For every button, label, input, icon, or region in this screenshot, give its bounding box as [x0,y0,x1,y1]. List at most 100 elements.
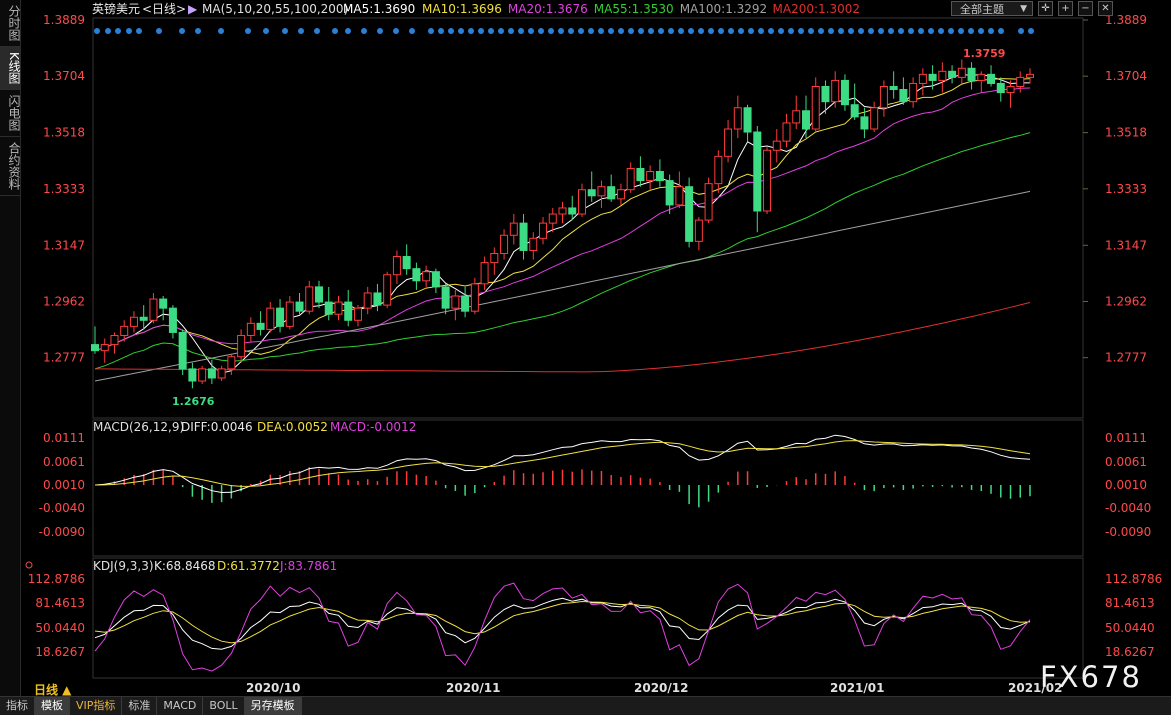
time-axis-label: 2020/11 [446,681,500,695]
event-dot [558,28,564,34]
bottom-tab[interactable]: BOLL [203,697,245,715]
price-axis-label: 1.3518 [1105,126,1147,140]
candle-body [870,107,879,130]
event-dot [968,28,974,34]
event-dot [578,28,584,34]
zoom-out-icon[interactable]: − [1078,1,1093,16]
event-dot [377,28,383,34]
event-dot [448,28,454,34]
candle-body [646,171,655,182]
event-dot [628,28,634,34]
candle-body [763,149,772,212]
event-dot [958,28,964,34]
close-icon[interactable]: ✕ [1098,1,1113,16]
theme-dropdown[interactable]: 全部主题 ▼ [951,1,1033,16]
event-dot [179,28,185,34]
watermark-logo: FX678 [1040,660,1142,694]
event-dot [282,28,288,34]
macd-axis-label-left: -0.0040 [39,501,85,515]
event-dot [638,28,644,34]
kdj-title: KDJ(9,3,3) [93,559,154,573]
tab-kline[interactable]: K线图 [0,47,21,90]
period-label[interactable]: <日线> [142,2,186,16]
bottom-tab[interactable]: MACD [157,697,204,715]
settings-dot-icon[interactable] [25,561,33,569]
event-dots-row [94,28,1034,34]
bottom-tab[interactable]: VIP指标 [70,697,123,715]
candle-body [831,79,840,103]
macd-pane [94,434,1031,508]
event-dot [528,28,534,34]
tab-timeshare[interactable]: 分时图 [0,0,21,47]
event-dot [508,28,514,34]
kdj-j-line [94,582,1031,672]
candle-body [860,116,869,130]
candle-body [422,271,431,282]
candle-body [850,104,859,118]
tab-contract-info[interactable]: 合约资料 [0,137,21,196]
event-dot [768,28,774,34]
candle-body [840,79,849,106]
bottom-tab[interactable]: 另存模板 [244,697,302,715]
kdj-axis-label-left: 18.6267 [35,645,85,659]
event-dot [94,28,100,34]
candle-body [353,307,362,321]
price-axis-label: 1.2962 [1105,294,1147,308]
bottom-tab[interactable]: 指标 [0,697,35,715]
candle-body [91,344,99,352]
candle-body [500,234,509,254]
kdj-d: D:61.3772 [217,559,280,573]
zoom-in-icon[interactable]: + [1058,1,1073,16]
candle-body [792,110,801,124]
ma-legend: MA5:1.3690 MA10:1.3696 MA20:1.3676 MA55:1.3… [343,2,860,16]
event-dot [488,28,494,34]
candle-body [402,256,411,270]
price-axis-label: 1.2777 [1105,351,1147,365]
macd-axis-label-left: 0.0061 [43,455,85,469]
candle-body [529,237,538,251]
bottom-tab[interactable]: 模板 [35,697,70,715]
event-dot [126,28,132,34]
candle-body [928,73,937,81]
candle-body [685,186,694,242]
event-dot [618,28,624,34]
event-dot [458,28,464,34]
candle-body [392,256,401,276]
candle-body [285,301,294,327]
macd-axis-label: -0.0040 [1105,501,1151,515]
candle-body [305,286,314,312]
event-dot [438,28,444,34]
event-dot [678,28,684,34]
macd-title: MACD(26,12,9) [93,420,184,434]
event-dot [758,28,764,34]
kdj-k: K:68.8468 [154,559,216,573]
candle-body [129,316,138,327]
candle-body [344,301,353,321]
tab-flash[interactable]: 闪电图 [0,90,21,137]
price-axis-label: 1.3704 [1105,69,1147,83]
candle-body [324,301,333,315]
event-dot [538,28,544,34]
kdj-j: J:83.7861 [279,559,337,573]
chart-area[interactable]: 1.38891.38891.37041.37041.35181.35181.33… [20,0,1171,696]
candle-body [753,131,762,212]
candlesticks [91,59,1034,389]
candle-body [188,368,197,382]
theme-dropdown-value: 全部主题 [960,3,1004,16]
candle-body [539,222,548,239]
crosshair-icon[interactable]: ✛ [1038,1,1053,16]
candle-body [899,89,908,103]
bottom-tab[interactable]: 标准 [122,697,158,715]
candle-body [957,67,966,78]
event-dot [828,28,834,34]
candle-body [100,344,109,352]
event-dot [718,28,724,34]
candle-body [938,70,947,81]
symbol-name: 英镑美元 [92,1,140,16]
candle-body [256,322,265,330]
event-dot [498,28,504,34]
kdj-pane-border [92,557,1084,679]
candle-body [967,67,976,81]
candle-body [441,286,450,309]
event-dot [778,28,784,34]
